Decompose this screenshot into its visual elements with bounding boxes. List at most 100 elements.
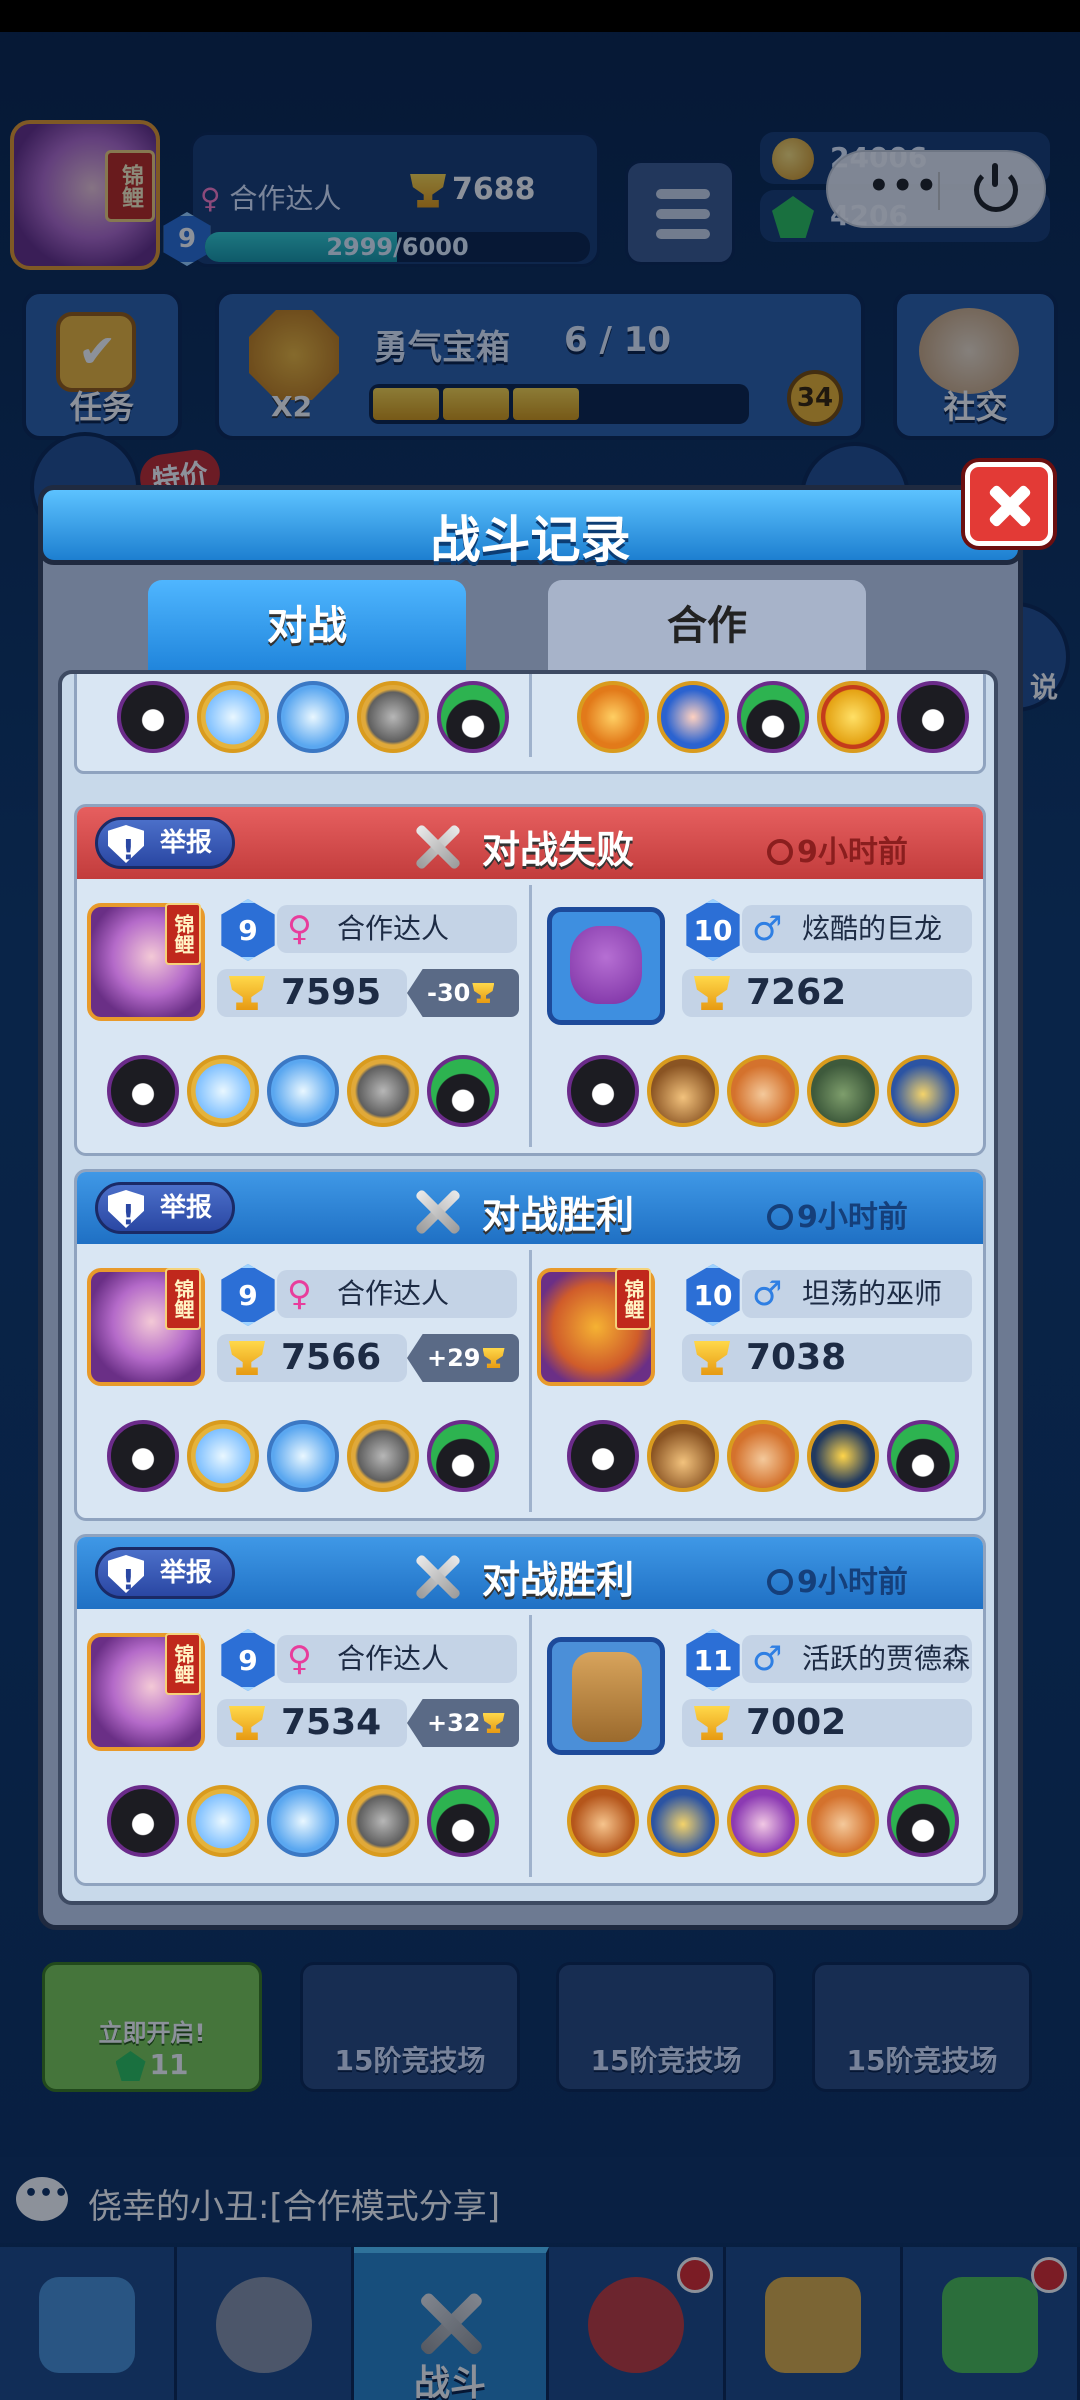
opponent-avatar[interactable]	[547, 1637, 665, 1755]
power-icon[interactable]	[974, 163, 1018, 212]
opponent-level-badge: 11	[686, 1629, 740, 1691]
my-name: ♀ 合作达人	[277, 1635, 517, 1683]
more-options-icon[interactable]: •••	[868, 166, 939, 206]
hero-dark-icon[interactable]	[107, 1420, 179, 1492]
hero-knight-icon[interactable]	[347, 1055, 419, 1127]
hero-green-icon[interactable]	[737, 681, 809, 753]
hero-green-icon[interactable]	[887, 1785, 959, 1857]
chat-icon	[16, 2177, 69, 2221]
koi-tag: 锦鲤	[165, 1268, 201, 1330]
hero-crystal-icon[interactable]	[267, 1055, 339, 1127]
tasks-label: 任务	[69, 388, 134, 426]
opponent-avatar[interactable]	[547, 907, 665, 1025]
chest-slot[interactable]: 15阶竞技场	[556, 1962, 776, 2092]
hero-ice-icon[interactable]	[187, 1420, 259, 1492]
hero-mask-icon[interactable]	[807, 1420, 879, 1492]
my-level-badge: 9	[221, 1264, 275, 1326]
hero-ice-icon[interactable]	[187, 1785, 259, 1857]
trophy-change: +32	[407, 1699, 519, 1747]
hero-green-icon[interactable]	[427, 1420, 499, 1492]
sprout-icon	[941, 2277, 1038, 2373]
hero-dark-icon[interactable]	[107, 1055, 179, 1127]
hero-knight-icon[interactable]	[347, 1785, 419, 1857]
hero-dark-icon[interactable]	[107, 1785, 179, 1857]
hero-crystal-icon[interactable]	[267, 1785, 339, 1857]
crossed-swords-icon	[407, 819, 467, 871]
female-icon: ♀	[200, 182, 221, 215]
report-button[interactable]: 举报	[95, 1547, 235, 1599]
bottom-nav: 战斗	[0, 2247, 1080, 2400]
hero-green-icon[interactable]	[427, 1785, 499, 1857]
courage-chest-count: 6 / 10	[564, 320, 672, 360]
hero-ice-icon[interactable]	[197, 681, 269, 753]
chat-bar[interactable]: 侥幸的小丑:[合作模式分享]	[0, 2157, 1080, 2243]
nav-battle[interactable]: 战斗	[354, 2247, 549, 2400]
opponent-trophies: 7002	[682, 1699, 972, 1747]
hero-cowboy-icon[interactable]	[647, 1055, 719, 1127]
nav-clan[interactable]	[548, 2247, 726, 2400]
hero-crystal-icon[interactable]	[277, 681, 349, 753]
chest-slot[interactable]: 15阶竞技场	[300, 1962, 520, 2092]
treasure-chest-icon	[39, 2277, 136, 2373]
nav-heroes[interactable]	[177, 2247, 355, 2400]
trophy-icon	[694, 1706, 730, 1740]
hero-dark-icon[interactable]	[567, 1420, 639, 1492]
status-bar	[0, 0, 1080, 32]
opponent-level-badge: 10	[686, 899, 740, 961]
main-menu-button[interactable]	[625, 160, 735, 265]
gold-coin-icon	[772, 138, 814, 180]
friends-icon	[764, 2277, 861, 2373]
hero-bluegirl-icon[interactable]	[657, 681, 729, 753]
modal-header: 战斗记录	[38, 485, 1023, 569]
nav-social[interactable]	[725, 2247, 903, 2400]
hero-fire-icon[interactable]	[577, 681, 649, 753]
my-trophies: 7595	[217, 969, 407, 1017]
hero-dark-icon[interactable]	[567, 1055, 639, 1127]
hero-robot-icon[interactable]	[887, 1055, 959, 1127]
hero-purple-icon[interactable]	[727, 1785, 799, 1857]
clock-icon	[767, 1204, 793, 1230]
hero-ice-icon[interactable]	[187, 1055, 259, 1127]
xp-bar: 2999/6000	[205, 232, 590, 262]
hero-knight-icon[interactable]	[357, 681, 429, 753]
nav-farm[interactable]	[902, 2247, 1080, 2400]
social-button[interactable]: 社交	[893, 290, 1058, 440]
hero-dwarf-icon[interactable]	[807, 1785, 879, 1857]
player-trophies: 7688	[410, 172, 536, 208]
tasks-button[interactable]: 任务	[22, 290, 182, 440]
battle-record-list[interactable]: 举报 对战失败 9小时前 锦鲤 9 ♀合作达人 7595 -30 10 ♂炫酷的…	[58, 670, 998, 1905]
shield-icon	[108, 1190, 144, 1228]
chest-slot[interactable]: 15阶竞技场	[812, 1962, 1032, 2092]
hero-dark-icon[interactable]	[117, 681, 189, 753]
opponent-level-badge: 10	[686, 1264, 740, 1326]
courage-chest-title: 勇气宝箱	[374, 328, 510, 368]
battle-time: 9小时前	[767, 1192, 908, 1236]
crossed-swords-icon	[407, 1184, 467, 1236]
hero-yellow-icon[interactable]	[817, 681, 889, 753]
helmet-icon	[216, 2277, 313, 2373]
hero-dwarf-icon[interactable]	[727, 1055, 799, 1127]
close-button[interactable]	[965, 462, 1053, 546]
hero-green-icon[interactable]	[887, 1420, 959, 1492]
hero-dwarf-icon[interactable]	[727, 1420, 799, 1492]
tab-coop[interactable]: 合作	[548, 580, 866, 672]
hero-green-icon[interactable]	[437, 681, 509, 753]
hero-knight-icon[interactable]	[347, 1420, 419, 1492]
tab-versus[interactable]: 对战	[148, 580, 466, 672]
battle-result: 对战胜利	[482, 1558, 635, 1602]
report-button[interactable]: 举报	[95, 817, 235, 869]
player-name: ♀ 合作达人	[200, 182, 342, 215]
hero-dark-icon[interactable]	[897, 681, 969, 753]
hero-crystal-icon[interactable]	[267, 1420, 339, 1492]
hero-robot-icon[interactable]	[647, 1785, 719, 1857]
hero-monkey-icon[interactable]	[567, 1785, 639, 1857]
hero-ogre-icon[interactable]	[807, 1055, 879, 1127]
courage-chest-panel[interactable]: X2 勇气宝箱 6 / 10 34	[215, 290, 865, 440]
hero-green-icon[interactable]	[427, 1055, 499, 1127]
xp-text: 2999/6000	[326, 233, 469, 261]
koi-tag: 锦鲤	[165, 903, 201, 965]
report-button[interactable]: 举报	[95, 1182, 235, 1234]
nav-shop[interactable]	[0, 2247, 178, 2400]
chest-slot-open-now[interactable]: 立即开启! 11	[42, 1962, 262, 2092]
hero-cowboy-icon[interactable]	[647, 1420, 719, 1492]
